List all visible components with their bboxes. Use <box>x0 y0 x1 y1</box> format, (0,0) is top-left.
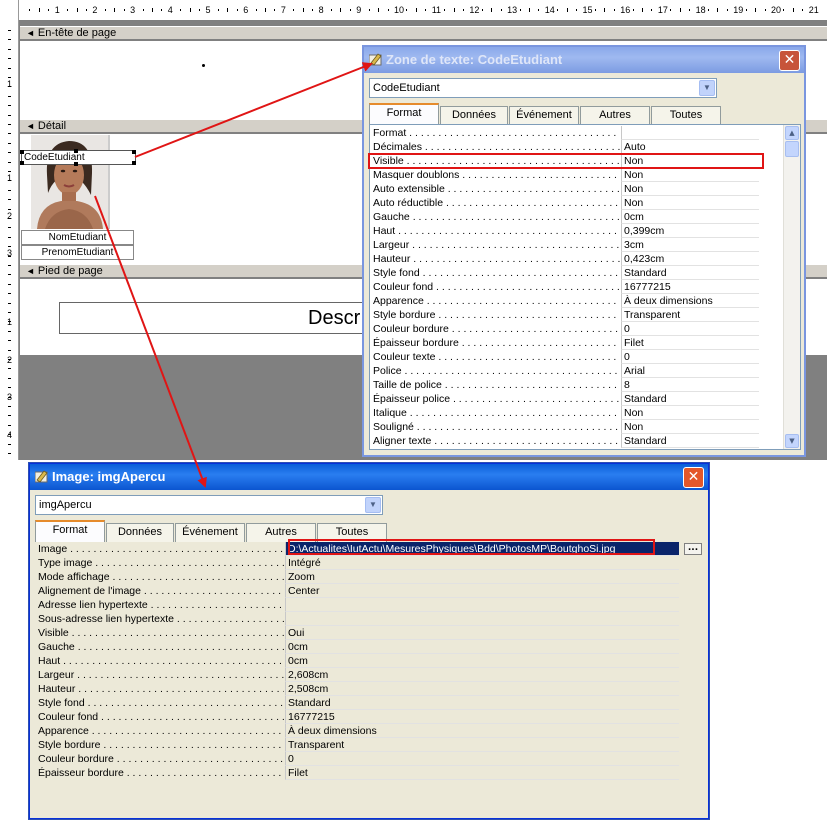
arrow-to-textbox-window <box>134 62 373 158</box>
arrow-to-image-window <box>94 195 207 488</box>
annotation-arrows <box>94 62 373 488</box>
